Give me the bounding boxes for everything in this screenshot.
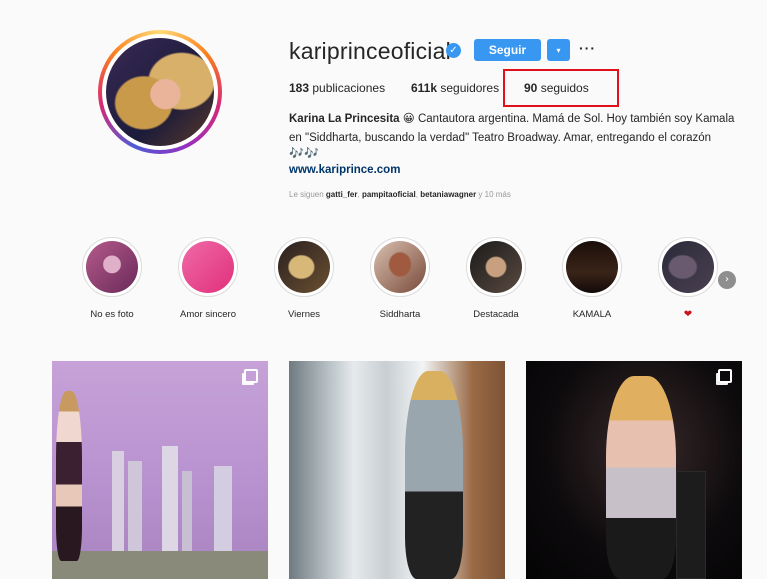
followed-by-prefix: Le siguen <box>289 190 326 199</box>
highlight-item[interactable]: Siddharta <box>360 237 440 321</box>
verified-badge-icon: ✓ <box>446 43 461 58</box>
highlight-thumbnail <box>86 241 138 293</box>
chevron-right-icon[interactable]: › <box>718 271 736 289</box>
followers-label: seguidores <box>437 81 500 95</box>
bio-full-name: Karina La Princesita <box>289 113 400 125</box>
more-options-icon[interactable]: ··· <box>579 40 596 56</box>
highlight-item[interactable]: No es foto <box>72 237 152 321</box>
profile-bio: Karina La Princesita 😀 Cantautora argent… <box>289 110 739 148</box>
highlight-label: Siddharta <box>379 309 421 320</box>
followed-by-user[interactable]: pampitaoficial <box>362 190 416 199</box>
highlight-label: Viernes <box>287 309 321 320</box>
highlight-thumbnail <box>278 241 330 293</box>
post-thumbnail[interactable] <box>52 361 268 579</box>
followed-by-text: Le siguen gatti_fer, pampitaoficial, bet… <box>289 190 511 199</box>
avatar-photo <box>106 38 214 146</box>
heart-icon: ❤ <box>683 309 693 320</box>
post-thumbnail[interactable] <box>526 361 742 579</box>
followed-by-suffix: y 10 más <box>476 190 511 199</box>
profile-avatar[interactable] <box>98 30 222 154</box>
followed-by-user[interactable]: betaniawagner <box>420 190 476 199</box>
highlight-item[interactable]: Amor sincero <box>168 237 248 321</box>
highlight-thumbnail <box>182 241 234 293</box>
highlight-label: Destacada <box>473 309 519 320</box>
bio-emoji: 😀 <box>402 113 415 125</box>
followed-by-user[interactable]: gatti_fer <box>326 190 358 199</box>
annotation-highlight-box <box>503 69 619 107</box>
posts-count: 183 <box>289 81 310 95</box>
highlight-label: KAMALA <box>572 309 612 320</box>
highlight-label: Amor sincero <box>180 309 236 320</box>
stat-posts: 183 publicaciones <box>289 81 385 95</box>
highlight-item[interactable]: Destacada <box>456 237 536 321</box>
posts-label: publicaciones <box>309 81 386 95</box>
followers-count: 611k <box>411 81 438 95</box>
highlight-item[interactable]: ❤ <box>648 237 728 321</box>
profile-website-link[interactable]: www.kariprince.com <box>289 164 400 176</box>
multiple-photos-icon <box>244 369 258 383</box>
stat-followers[interactable]: 611k seguidores <box>411 81 499 95</box>
music-notes-emoji: 🎶🎶 <box>289 146 319 160</box>
suggestions-dropdown-button[interactable]: ▾ <box>547 39 570 61</box>
follow-button[interactable]: Seguir <box>474 39 541 61</box>
highlight-label: No es foto <box>90 309 134 320</box>
multiple-photos-icon <box>718 369 732 383</box>
highlight-thumbnail <box>566 241 618 293</box>
profile-username: kariprinceoficial <box>289 38 451 64</box>
post-thumbnail[interactable] <box>289 361 505 579</box>
highlight-thumbnail <box>662 241 714 293</box>
highlight-item[interactable]: KAMALA <box>552 237 632 321</box>
highlight-thumbnail <box>470 241 522 293</box>
highlight-thumbnail <box>374 241 426 293</box>
highlight-item[interactable]: Viernes <box>264 237 344 321</box>
